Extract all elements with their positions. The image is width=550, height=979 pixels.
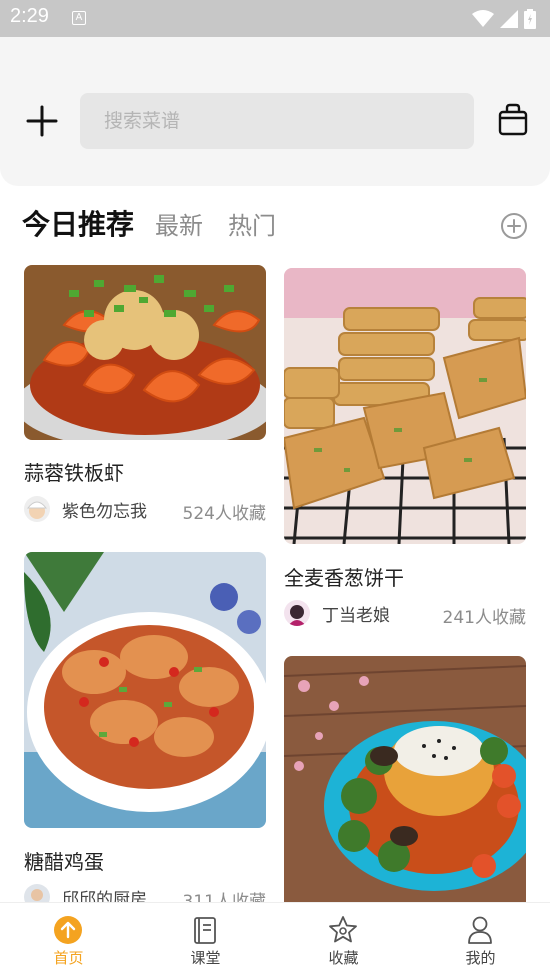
- favorite-count: 524人收藏: [182, 504, 266, 524]
- recipe-image-shrimp[interactable]: [24, 265, 266, 440]
- status-bar: 2:29 A: [0, 0, 550, 37]
- nav-classroom[interactable]: 课堂: [137, 903, 274, 979]
- recipe-image-rice-bowl[interactable]: [284, 656, 526, 902]
- person-icon: [468, 916, 492, 944]
- favorite-count: 241人收藏: [442, 608, 526, 628]
- recipe-image-crackers[interactable]: [284, 268, 526, 544]
- recipe-title[interactable]: 全麦香葱饼干: [284, 562, 404, 591]
- bottom-navigation: 首页 课堂 收藏 我的: [0, 902, 550, 979]
- top-header: [0, 37, 550, 186]
- recipe-author[interactable]: 丁当老娘: [284, 600, 390, 626]
- search-box[interactable]: [80, 93, 474, 149]
- nav-profile[interactable]: 我的: [412, 903, 549, 979]
- recipe-title[interactable]: 糖醋鸡蛋: [24, 846, 104, 875]
- nav-favorites[interactable]: 收藏: [275, 903, 412, 979]
- tab-latest[interactable]: 最新: [155, 206, 203, 241]
- book-icon: [194, 917, 216, 944]
- nav-label: 首页: [53, 949, 84, 967]
- recipe-image-eggs[interactable]: [24, 552, 266, 828]
- avatar: [284, 600, 310, 626]
- home-arrow-up-icon: [54, 916, 82, 944]
- star-icon: [329, 916, 357, 943]
- nav-label: 课堂: [190, 949, 221, 967]
- shopping-bag-icon[interactable]: [496, 103, 530, 137]
- tab-today-recommend[interactable]: 今日推荐: [22, 203, 134, 243]
- nav-home[interactable]: 首页: [0, 903, 137, 979]
- recipe-title[interactable]: 蒜蓉铁板虾: [24, 457, 124, 486]
- tab-popular[interactable]: 热门: [228, 206, 276, 241]
- nav-label: 我的: [465, 949, 496, 967]
- status-icons: [472, 9, 536, 29]
- add-recipe-button[interactable]: [24, 103, 60, 139]
- signal-icon: [500, 10, 518, 28]
- recipe-author[interactable]: 紫色勿忘我: [24, 496, 147, 522]
- notification-icon: A: [72, 11, 86, 25]
- avatar: [24, 496, 50, 522]
- author-name: 丁当老娘: [322, 605, 390, 626]
- battery-icon: [524, 9, 536, 29]
- search-input[interactable]: [104, 93, 444, 149]
- author-name: 紫色勿忘我: [62, 501, 147, 522]
- nav-label: 收藏: [328, 949, 359, 967]
- wifi-icon: [472, 10, 494, 27]
- add-category-icon[interactable]: [500, 212, 528, 240]
- status-time: 2:29: [10, 5, 49, 27]
